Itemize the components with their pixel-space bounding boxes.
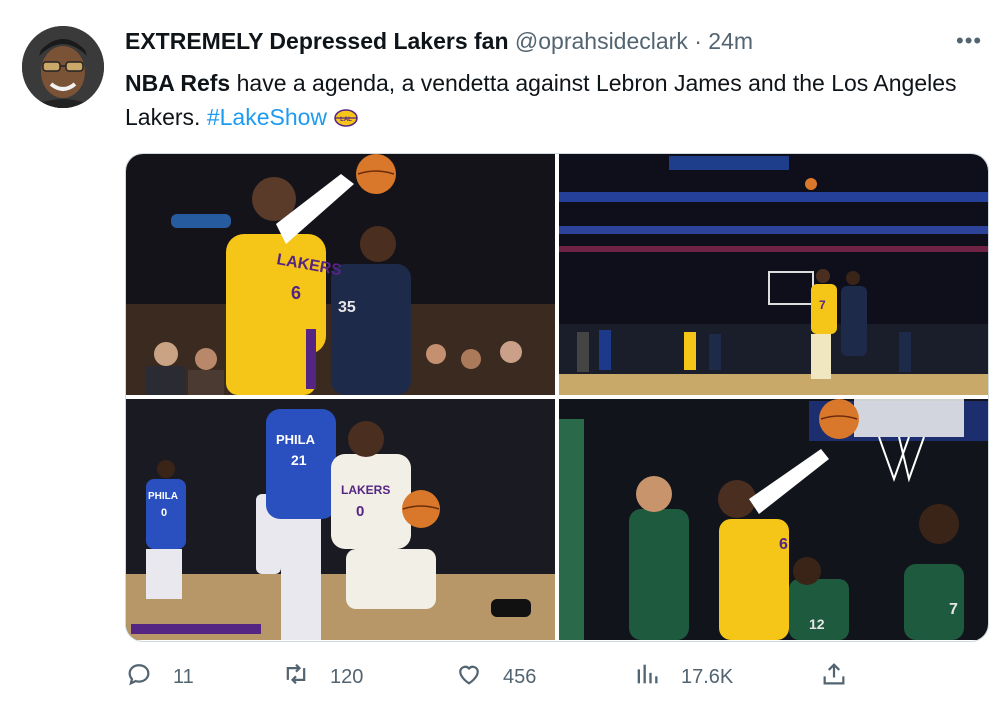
action-bar: 11 120 456 17.6K xyxy=(0,660,1000,696)
author-handle[interactable]: @oprahsideclark xyxy=(515,28,688,54)
avatar[interactable] xyxy=(22,26,104,108)
lakers-emoji-icon: LAL xyxy=(333,104,359,130)
share-button[interactable] xyxy=(820,660,868,694)
views-count: 17.6K xyxy=(681,665,734,688)
jersey-label: 6 xyxy=(291,283,301,303)
tweet-header: EXTREMELY Depressed Lakers fan @oprahsid… xyxy=(125,28,753,55)
jersey-label: PHILA xyxy=(276,432,316,447)
retweet-count: 120 xyxy=(330,665,364,688)
tweet-text-bold: NBA Refs xyxy=(125,70,231,96)
jersey-label: 12 xyxy=(809,616,825,632)
jersey-label: 21 xyxy=(291,452,307,468)
media-photo-1[interactable]: LAKERS 6 35 xyxy=(126,154,555,395)
reply-count: 11 xyxy=(173,665,194,688)
like-count: 456 xyxy=(503,665,537,688)
jersey-label: PHILA xyxy=(148,491,178,502)
reply-icon xyxy=(125,660,173,694)
timestamp[interactable]: 24m xyxy=(708,28,753,54)
more-options-icon[interactable]: ••• xyxy=(956,28,982,54)
media-photo-4[interactable]: 6 12 7 xyxy=(559,399,988,640)
reply-button[interactable]: 11 xyxy=(125,660,194,694)
share-icon xyxy=(820,660,868,694)
retweet-button[interactable]: 120 xyxy=(282,660,363,694)
tweet-text: NBA Refs have a agenda, a vendetta again… xyxy=(125,66,975,134)
separator-dot: · xyxy=(694,28,702,54)
hashtag-link[interactable]: #LakeShow xyxy=(207,104,327,130)
retweet-icon xyxy=(282,660,330,694)
jersey-label: 0 xyxy=(161,507,167,519)
views-button[interactable]: 17.6K xyxy=(633,660,733,694)
jersey-label: 0 xyxy=(356,503,364,520)
media-photo-2[interactable]: 7 xyxy=(559,154,988,395)
author-display-name[interactable]: EXTREMELY Depressed Lakers fan xyxy=(125,28,509,54)
jersey-label: 35 xyxy=(338,299,356,316)
tweet: EXTREMELY Depressed Lakers fan @oprahsid… xyxy=(0,0,1000,711)
jersey-label: 7 xyxy=(819,298,826,312)
jersey-label: 7 xyxy=(949,601,958,618)
heart-icon xyxy=(455,660,503,694)
analytics-icon xyxy=(633,660,681,694)
svg-text:LAL: LAL xyxy=(341,117,353,123)
like-button[interactable]: 456 xyxy=(455,660,536,694)
media-grid: LAKERS 6 35 7 PHILA 21 LAKERS 0 PHILA 0 … xyxy=(125,153,989,642)
jersey-label: 6 xyxy=(779,536,788,553)
jersey-label: LAKERS xyxy=(341,483,390,497)
media-photo-3[interactable]: PHILA 21 LAKERS 0 PHILA 0 xyxy=(126,399,555,640)
